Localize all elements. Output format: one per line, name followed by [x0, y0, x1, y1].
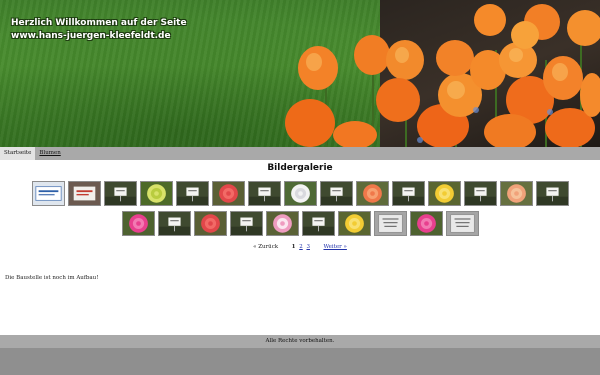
pager-prev: « Zurück: [253, 244, 279, 250]
gallery-thumbnail[interactable]: [103, 181, 137, 206]
nav-item-startseite[interactable]: Startseite: [0, 147, 36, 160]
gallery-thumbnail[interactable]: [499, 181, 533, 206]
gallery-thumbnail[interactable]: [175, 181, 209, 206]
gallery-thumbnail[interactable]: [373, 211, 407, 236]
thumbnail-image: [356, 182, 388, 205]
thumbnail-image: [500, 182, 532, 205]
footer: Alle Rechte vorbehalten.: [0, 335, 600, 348]
thumbnail-image: [320, 182, 352, 205]
thumbnail-image: [158, 212, 190, 235]
thumbnail-image: [410, 212, 442, 235]
gallery-thumbnail[interactable]: [409, 211, 443, 236]
gallery-thumbnail[interactable]: [283, 181, 317, 206]
gallery-thumbnail[interactable]: [193, 211, 227, 236]
gallery-thumbnail[interactable]: [391, 181, 425, 206]
thumbnail-image: [464, 182, 496, 205]
pager-page-2[interactable]: 2: [299, 244, 303, 250]
gallery-thumbnail[interactable]: [247, 181, 281, 206]
thumbnail-image: [446, 212, 478, 235]
pager-next[interactable]: Weiter »: [323, 244, 346, 250]
thumbnail-image: [194, 212, 226, 235]
site-welcome-title: Herzlich Willkommen auf der Seite www.ha…: [11, 17, 187, 43]
gallery-thumbnail[interactable]: [121, 211, 155, 236]
gallery-thumbnail[interactable]: [355, 181, 389, 206]
thumbnail-image: [176, 182, 208, 205]
header-banner: Herzlich Willkommen auf der Seite www.ha…: [0, 0, 600, 147]
gallery-title: Bildergalerie: [267, 163, 333, 173]
thumbnail-row-1: [0, 181, 600, 206]
thumbnail-image: [428, 182, 460, 205]
thumbnail-image: [32, 182, 64, 205]
bottom-band: [0, 348, 600, 375]
gallery-thumbnail[interactable]: [139, 181, 173, 206]
thumbnail-image: [338, 212, 370, 235]
tulip-photo: [285, 4, 600, 147]
thumbnail-image: [212, 182, 244, 205]
thumbnail-image: [68, 182, 100, 205]
construction-notice: Die Baustelle ist noch im Aufbau!: [5, 275, 99, 281]
welcome-line: Herzlich Willkommen auf der Seite: [11, 18, 187, 28]
thumbnail-image: [536, 182, 568, 205]
thumbnail-image: [104, 182, 136, 205]
thumbnail-image: [140, 182, 172, 205]
gallery-thumbnail[interactable]: [211, 181, 245, 206]
thumbnail-image: [374, 212, 406, 235]
pager-page-1: 1: [291, 244, 296, 250]
gallery-thumbnail[interactable]: [67, 181, 101, 206]
pagination: « Zurück 1 2 3 Weiter »: [0, 244, 600, 250]
gallery-thumbnail[interactable]: [265, 211, 299, 236]
main-nav: Startseite Blumen: [0, 147, 600, 160]
thumbnail-image: [302, 212, 334, 235]
thumbnail-image: [266, 212, 298, 235]
gallery-thumbnail[interactable]: [337, 211, 371, 236]
nav-item-blumen[interactable]: Blumen: [35, 147, 64, 160]
thumbnail-image: [284, 182, 316, 205]
gallery-thumbnail[interactable]: [31, 181, 65, 206]
gallery-thumbnail[interactable]: [319, 181, 353, 206]
thumbnail-image: [248, 182, 280, 205]
pager-page-3[interactable]: 3: [306, 244, 310, 250]
gallery-thumbnail[interactable]: [301, 211, 335, 236]
thumbnail-row-2: [0, 211, 600, 236]
gallery-thumbnail[interactable]: [535, 181, 569, 206]
gallery-thumbnail[interactable]: [463, 181, 497, 206]
thumbnail-image: [230, 212, 262, 235]
gallery-thumbnail[interactable]: [157, 211, 191, 236]
thumbnail-image: [122, 212, 154, 235]
gallery-thumbnail[interactable]: [427, 181, 461, 206]
thumbnail-image: [392, 182, 424, 205]
gallery-thumbnail[interactable]: [229, 211, 263, 236]
gallery-thumbnail[interactable]: [445, 211, 479, 236]
site-url-line: www.hans-juergen-kleefeldt.de: [11, 31, 171, 41]
